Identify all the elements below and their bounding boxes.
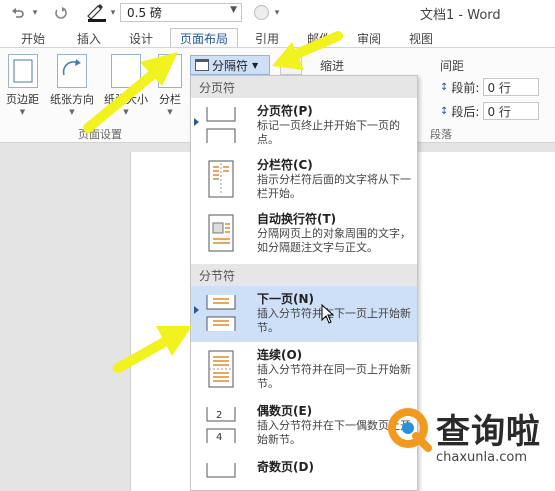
line-weight-select[interactable]: 0.5 磅 ▼ xyxy=(120,3,242,22)
page-breaks-header: 分页符 xyxy=(191,76,417,98)
menu-item-continuous[interactable]: 连续(O) 插入分节符并在同一页上开始新节。 xyxy=(191,342,417,398)
menu-item-title: 连续(O) xyxy=(257,348,303,362)
menu-item-desc: 标记一页终止并开始下一页的点。 xyxy=(257,119,400,146)
columns-icon xyxy=(158,54,182,88)
section-breaks-header: 分节符 xyxy=(191,264,417,286)
even-page-icon: 24 xyxy=(203,405,239,445)
chevron-down-icon: ▼ xyxy=(69,108,75,116)
menu-item-title: 分页符(P) xyxy=(257,104,313,118)
continuous-icon xyxy=(203,349,239,389)
spacing-after-label: 段后: xyxy=(451,104,480,119)
tab-review[interactable]: 审阅 xyxy=(352,28,386,48)
spacing-after-row: ↕ 段后: 0 行 xyxy=(440,102,540,120)
tab-view[interactable]: 视图 xyxy=(404,28,438,48)
spacing-before-row: ↕ 段前: 0 行 xyxy=(440,78,540,96)
ribbon-tabs: 开始 插入 设计 页面布局 引用 邮件 审阅 视图 xyxy=(0,26,555,48)
menu-item-desc: 插入分节符并在同一页上开始新节。 xyxy=(257,363,411,390)
pen-color-bar xyxy=(88,19,106,22)
menu-item-next-page[interactable]: 下一页(N) 插入分节符并在下一页上开始新节。 xyxy=(191,286,417,342)
tab-references[interactable]: 引用 xyxy=(250,28,284,48)
tab-mailings[interactable]: 邮件 xyxy=(302,28,336,48)
columns-button[interactable]: 分栏 ▼ xyxy=(158,54,182,116)
chevron-down-icon: ▼ xyxy=(123,108,129,116)
chevron-down-icon: ▼ xyxy=(19,108,26,116)
spacing-after-icon: ↕ xyxy=(440,105,449,117)
paper-size-icon xyxy=(111,54,141,88)
paragraph-group-label: 段落 xyxy=(430,128,452,141)
menu-item-desc: 分隔网页上的对象周围的文字，如分隔题注文字与正文。 xyxy=(257,227,411,254)
next-page-icon xyxy=(203,293,239,333)
redo-icon[interactable] xyxy=(50,4,70,22)
svg-text:4: 4 xyxy=(216,432,222,443)
chevron-down-icon[interactable]: ▼ xyxy=(230,5,237,15)
document-title: 文档1 - Word xyxy=(420,8,501,23)
tab-design[interactable]: 设计 xyxy=(124,28,158,48)
pointer-marker-icon xyxy=(194,306,199,314)
margins-icon xyxy=(7,54,38,88)
orientation-icon xyxy=(57,54,87,88)
line-numbers-icon[interactable] xyxy=(280,57,302,75)
size-label: 纸张大小 xyxy=(104,93,148,106)
pointer-marker-icon xyxy=(194,118,199,126)
watermark-text-cn: 查询啦 xyxy=(436,412,541,452)
size-button[interactable]: 纸张大小 ▼ xyxy=(104,54,148,116)
page-setup-group-label: 页面设置 xyxy=(78,128,122,141)
watermark: 查询啦 chaxunla.com xyxy=(380,400,555,491)
margins-label: 页边距 xyxy=(6,93,39,106)
breaks-icon xyxy=(195,59,209,71)
margins-button[interactable]: 页边距 ▼ xyxy=(6,54,39,116)
spacing-before-label: 段前: xyxy=(451,80,480,95)
menu-item-desc: 指示分栏符后面的文字将从下一栏开始。 xyxy=(257,173,411,200)
orientation-button[interactable]: 纸张方向 ▼ xyxy=(50,54,94,116)
pen-dropdown-icon[interactable]: ▾ xyxy=(108,4,118,22)
spacing-before-input[interactable]: 0 行 xyxy=(483,78,540,96)
spacing-before-icon: ↕ xyxy=(440,81,449,93)
text-wrapping-icon xyxy=(203,213,239,253)
orientation-label: 纸张方向 xyxy=(50,93,94,106)
tab-insert[interactable]: 插入 xyxy=(72,28,106,48)
odd-page-icon xyxy=(203,461,239,490)
watermark-text-en: chaxunla.com xyxy=(436,450,527,465)
column-break-icon xyxy=(203,159,239,199)
watermark-logo-icon xyxy=(388,408,432,452)
chevron-down-icon: ▼ xyxy=(252,60,259,70)
spacing-label: 间距 xyxy=(440,59,465,73)
menu-item-desc: 插入分节符并在下一页上开始新节。 xyxy=(257,307,411,334)
page-break-icon xyxy=(203,105,239,145)
circle-dropdown-icon[interactable]: ▾ xyxy=(272,4,282,22)
breaks-button[interactable]: 分隔符 ▼ xyxy=(190,55,270,75)
menu-item-column-break[interactable]: 分栏符(C) 指示分栏符后面的文字将从下一栏开始。 xyxy=(191,152,417,206)
tab-home[interactable]: 开始 xyxy=(16,28,50,48)
title-bar: ▾ ▾ 0.5 磅 ▼ ▾ 文档1 - Word xyxy=(0,0,555,26)
pen-icon[interactable] xyxy=(84,3,110,23)
columns-label: 分栏 xyxy=(159,93,181,106)
mouse-cursor-icon xyxy=(321,304,335,324)
spacing-after-input[interactable]: 0 行 xyxy=(483,102,540,120)
undo-dropdown-icon[interactable]: ▾ xyxy=(30,4,40,22)
menu-item-title: 下一页(N) xyxy=(257,292,315,306)
tab-page-layout[interactable]: 页面布局 xyxy=(170,28,238,48)
chevron-down-icon: ▼ xyxy=(167,108,173,116)
indent-label: 缩进 xyxy=(320,59,345,73)
menu-item-page-break[interactable]: 分页符(P) 标记一页终止并开始下一页的点。 xyxy=(191,98,417,152)
menu-item-title: 自动换行符(T) xyxy=(257,212,337,226)
breaks-label: 分隔符 xyxy=(212,58,249,73)
svg-text:2: 2 xyxy=(216,410,222,421)
undo-icon[interactable] xyxy=(8,4,28,22)
menu-item-title: 分栏符(C) xyxy=(257,158,313,172)
pen-color-circle-icon[interactable] xyxy=(254,5,269,20)
menu-item-text-wrapping[interactable]: 自动换行符(T) 分隔网页上的对象周围的文字，如分隔题注文字与正文。 xyxy=(191,206,417,264)
line-weight-value: 0.5 磅 xyxy=(127,6,162,20)
